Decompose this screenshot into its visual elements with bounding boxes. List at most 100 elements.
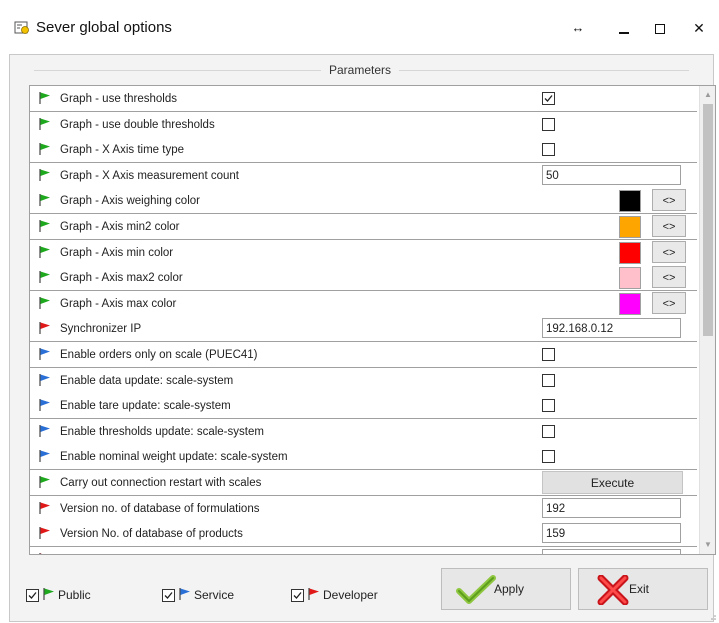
parameter-row[interactable]: Graph - X Axis time type	[30, 137, 697, 164]
apply-label: Apply	[494, 582, 525, 596]
blue-flag-icon	[39, 399, 50, 412]
green-flag-icon	[39, 245, 50, 258]
parameter-checkbox[interactable]	[542, 399, 555, 413]
parameter-row[interactable]: Graph - Axis min color <>	[30, 239, 697, 266]
parameter-label: Graph - X Axis measurement count	[60, 169, 239, 182]
parameter-row[interactable]: Graph - Axis weighing color <>	[30, 188, 697, 215]
parameter-label: Synchronizer IP	[60, 323, 142, 336]
scroll-up-arrow-icon[interactable]: ▲	[703, 90, 713, 100]
parameter-label: Graph - Axis min2 color	[60, 221, 180, 233]
parameter-row[interactable]: Enable orders only on scale (PUEC41)	[30, 342, 697, 368]
parameter-value-field[interactable]: 159	[542, 523, 681, 544]
color-picker-button[interactable]: <>	[652, 266, 686, 289]
red-flag-icon	[39, 527, 50, 540]
parameter-row[interactable]: Graph - Axis min2 color <>	[30, 214, 697, 240]
checkbox-box[interactable]	[26, 589, 39, 602]
scroll-down-arrow-icon[interactable]: ▼	[703, 540, 713, 550]
red-flag-icon	[39, 322, 50, 335]
parameter-value-field[interactable]: 50	[542, 164, 681, 185]
parameter-row[interactable]: Graph - X Axis measurement count 50	[30, 162, 697, 189]
parameter-checkbox[interactable]	[542, 92, 555, 105]
vertical-scrollbar[interactable]: ▲ ▼	[699, 86, 715, 554]
red-flag-icon	[308, 588, 319, 600]
blue-flag-icon	[179, 588, 190, 600]
parameter-label: Enable nominal weight update: scale-syst…	[60, 451, 288, 464]
parameter-label: Graph - X Axis time type	[60, 144, 184, 157]
parameter-label: Enable thresholds update: scale-system	[60, 425, 264, 438]
color-swatch	[619, 216, 641, 238]
parameter-row[interactable]: Version No. of database of products 159	[30, 521, 697, 548]
parameter-row[interactable]: Enable nominal weight update: scale-syst…	[30, 444, 697, 471]
parameter-label: Enable orders only on scale (PUEC41)	[60, 349, 258, 361]
color-picker-button[interactable]: <>	[652, 240, 686, 263]
parameter-row[interactable]: Synchronizer IP 192.168.0.12	[30, 316, 697, 343]
apply-button[interactable]: Apply	[441, 568, 571, 610]
parameter-checkbox[interactable]	[542, 450, 555, 464]
parameter-row[interactable]	[30, 546, 697, 554]
parameter-label: Graph - Axis min color	[60, 246, 174, 259]
parameter-row[interactable]: Graph - use thresholds	[30, 86, 697, 112]
scroll-thumb[interactable]	[703, 104, 713, 336]
checkbox-box[interactable]	[291, 589, 304, 602]
parameter-label: Enable tare update: scale-system	[60, 400, 231, 413]
maximize-button[interactable]	[645, 14, 675, 42]
color-picker-button[interactable]: <>	[652, 189, 686, 212]
parameter-label: Graph - Axis weighing color	[60, 195, 200, 208]
window-title: Sever global options	[36, 19, 172, 36]
filter-label: Service	[194, 588, 235, 602]
color-swatch	[619, 267, 641, 290]
green-flag-icon	[39, 296, 50, 309]
maximize-icon	[655, 24, 665, 35]
title-bar: Sever global options ↔ ✕	[0, 0, 719, 54]
parameter-row[interactable]: Graph - Axis max color <>	[30, 290, 697, 317]
parameter-checkbox[interactable]	[542, 143, 555, 157]
resize-icon: ↔	[571, 20, 585, 35]
green-flag-icon	[39, 168, 50, 181]
options-panel: Parameters Graph - use thresholds Graph -…	[9, 54, 716, 622]
color-picker-button[interactable]: <>	[652, 291, 686, 314]
color-swatch	[619, 190, 641, 213]
parameter-row[interactable]: Graph - Axis max2 color <>	[30, 265, 697, 292]
green-flag-icon	[39, 220, 50, 232]
parameter-row[interactable]: Version no. of database of formulations 1…	[30, 495, 697, 522]
parameters-legend: Parameters	[320, 63, 400, 77]
checkbox-box[interactable]	[162, 589, 175, 602]
red-flag-icon	[39, 501, 50, 514]
parameter-checkbox[interactable]	[542, 424, 555, 438]
resize-toggle-button[interactable]: ↔	[563, 14, 593, 42]
parameter-checkbox[interactable]	[542, 117, 555, 131]
minimize-icon	[619, 32, 629, 35]
parameter-label: Graph - Axis max2 color	[60, 272, 183, 285]
parameter-value-field[interactable]	[542, 548, 681, 554]
parameter-value-field[interactable]: 192	[542, 497, 681, 518]
blue-flag-icon	[39, 348, 50, 360]
green-flag-icon	[39, 92, 50, 104]
exit-label: Exit	[629, 582, 650, 596]
green-flag-icon	[39, 143, 50, 156]
execute-button[interactable]: Execute	[542, 471, 683, 494]
checkmark-icon	[456, 575, 496, 604]
parameter-row[interactable]: Enable tare update: scale-system	[30, 393, 697, 420]
parameter-row[interactable]: Graph - use double thresholds	[30, 111, 697, 138]
green-flag-icon	[39, 476, 50, 488]
parameter-label: Version no. of database of formulations	[60, 502, 260, 515]
parameters-group: Parameters	[10, 63, 710, 77]
close-button[interactable]: ✕	[684, 14, 714, 42]
color-picker-button[interactable]: <>	[652, 215, 686, 237]
parameter-row[interactable]: Carry out connection restart with scales…	[30, 470, 697, 496]
parameter-value-field[interactable]: 192.168.0.12	[542, 318, 681, 339]
red-flag-icon	[39, 552, 43, 554]
minimize-button[interactable]	[609, 14, 639, 42]
parameter-row[interactable]: Enable thresholds update: scale-system	[30, 418, 697, 445]
blue-flag-icon	[39, 424, 50, 437]
parameter-checkbox[interactable]	[542, 348, 555, 361]
parameter-checkbox[interactable]	[542, 373, 555, 387]
blue-flag-icon	[39, 373, 50, 386]
parameter-row[interactable]: Enable data update: scale-system	[30, 367, 697, 394]
parameter-label: Graph - use double thresholds	[60, 118, 215, 131]
green-flag-icon	[43, 588, 54, 600]
filter-label: Developer	[323, 588, 378, 602]
exit-button[interactable]: Exit	[578, 568, 708, 610]
resize-grip-icon[interactable]	[709, 613, 717, 621]
parameter-label: Graph - use thresholds	[60, 93, 177, 105]
